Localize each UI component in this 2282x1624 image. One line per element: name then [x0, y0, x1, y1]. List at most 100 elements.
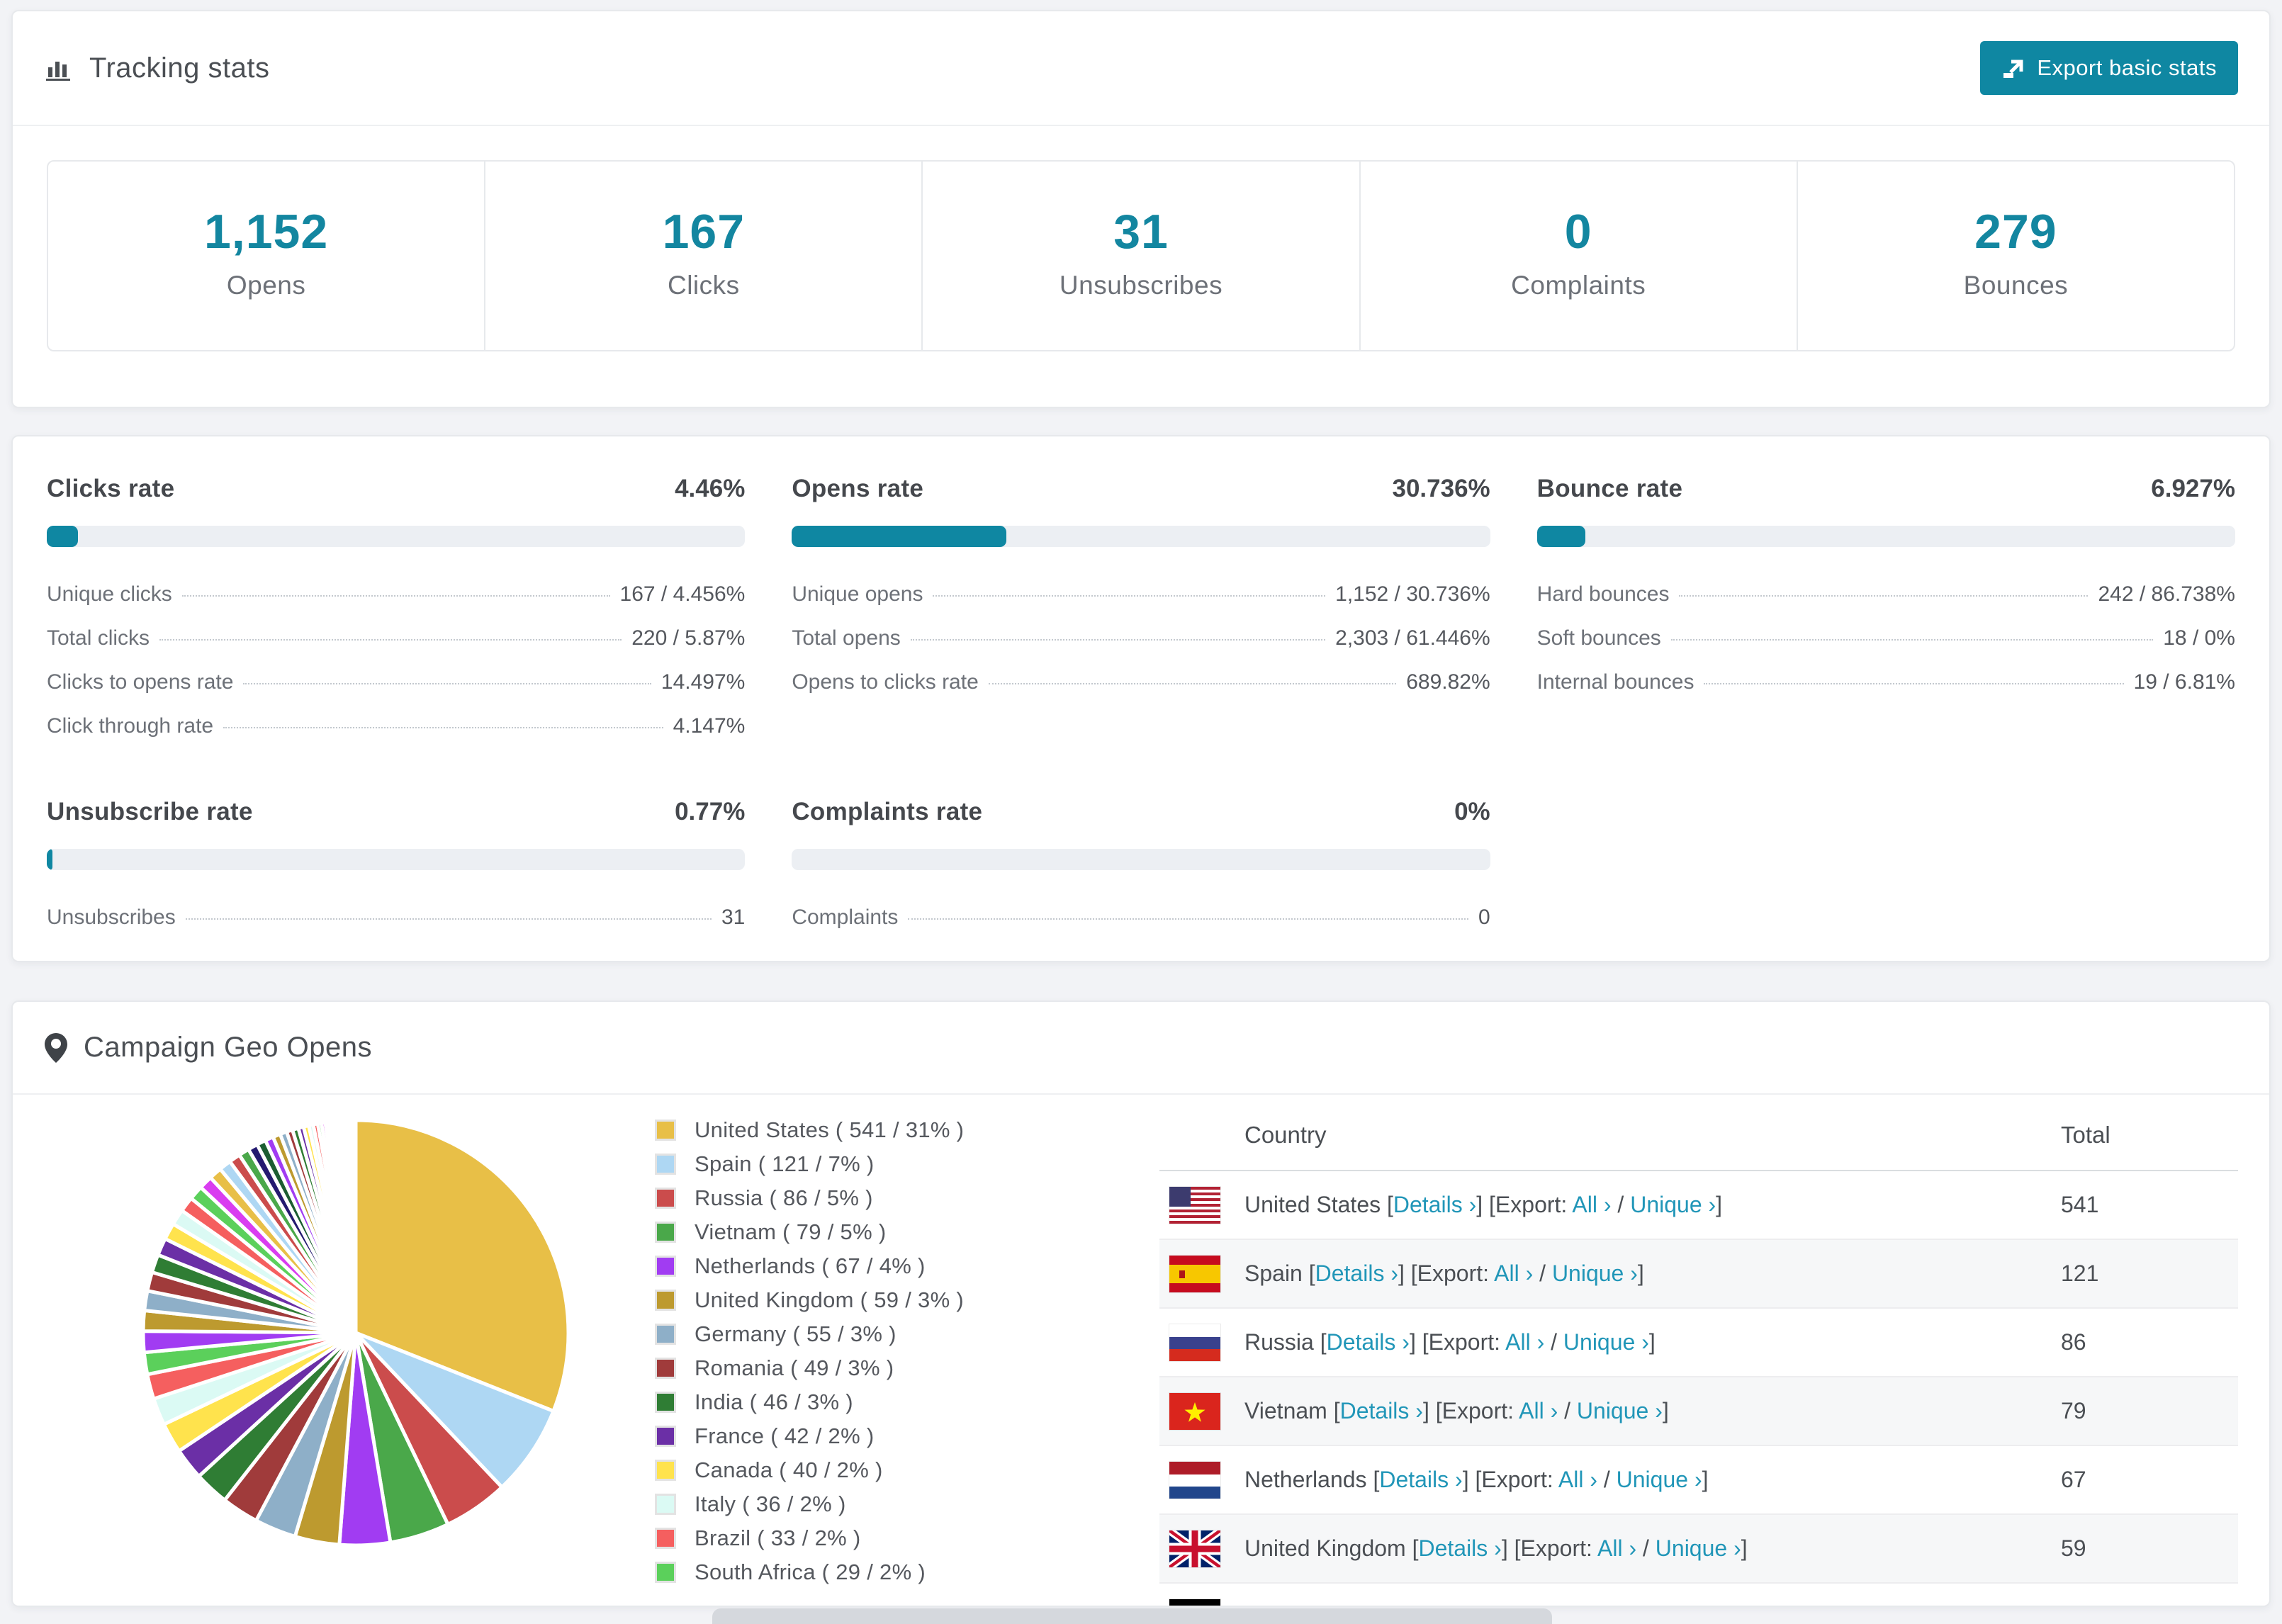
details-link[interactable]: Details ›: [1393, 1192, 1476, 1217]
country-flag-icon: [1169, 1186, 1220, 1224]
legend-item[interactable]: Italy ( 36 / 2% ): [655, 1492, 1023, 1517]
opens-rate-progressbar: [792, 526, 1490, 547]
legend-item[interactable]: Vietnam ( 79 / 5% ): [655, 1219, 1023, 1245]
export-unique-link[interactable]: Unique ›: [1587, 1604, 1673, 1606]
details-link[interactable]: Details ›: [1418, 1535, 1501, 1561]
legend-swatch: [655, 1358, 676, 1379]
legend-item[interactable]: United States ( 541 / 31% ): [655, 1117, 1023, 1143]
export-all-link[interactable]: All ›: [1505, 1329, 1544, 1355]
legend-swatch: [655, 1290, 676, 1311]
export-text: ] [Export:: [1434, 1604, 1529, 1606]
details-link[interactable]: Details ›: [1327, 1329, 1410, 1355]
legend-item[interactable]: Russia ( 86 / 5% ): [655, 1185, 1023, 1211]
export-all-link[interactable]: All ›: [1529, 1604, 1568, 1606]
details-link[interactable]: Details ›: [1379, 1467, 1462, 1492]
export-unique-link[interactable]: Unique ›: [1630, 1192, 1716, 1217]
export-unique-link[interactable]: Unique ›: [1577, 1398, 1663, 1423]
export-all-link[interactable]: All ›: [1519, 1398, 1558, 1423]
page-scrollbar-thumb[interactable]: [712, 1608, 1552, 1624]
country-cell: Spain [Details ›] [Export: All › / Uniqu…: [1244, 1261, 2061, 1287]
stat-box: 31 Unsubscribes: [923, 162, 1361, 350]
tracking-stats-body: 1,152 Opens 167 Clicks 31 Unsubscribes 0…: [13, 126, 2269, 407]
details-link[interactable]: Details ›: [1350, 1604, 1433, 1606]
legend-item[interactable]: India ( 46 / 3% ): [655, 1389, 1023, 1415]
pie-slice: [353, 1118, 358, 1335]
bar-chart-icon: [46, 62, 70, 81]
export-unique-link[interactable]: Unique ›: [1617, 1467, 1702, 1492]
table-row: Germany [Details ›] [Export: All › / Uni…: [1159, 1584, 2238, 1606]
export-unique-link[interactable]: Unique ›: [1563, 1329, 1649, 1355]
legend-item[interactable]: Romania ( 49 / 3% ): [655, 1355, 1023, 1381]
rate-detail-row: Click through rate 4.147%: [47, 704, 745, 748]
rate-detail-row: Total clicks 220 / 5.87%: [47, 616, 745, 660]
legend-label: Brazil ( 33 / 2% ): [695, 1526, 861, 1550]
total-column-header: Total: [2061, 1122, 2110, 1148]
export-text: ] [Export:: [1476, 1192, 1573, 1217]
export-all-link[interactable]: All ›: [1558, 1467, 1597, 1492]
details-link[interactable]: Details ›: [1315, 1261, 1398, 1286]
bracket-text: [: [1381, 1192, 1393, 1217]
stat-label: Clicks: [667, 271, 740, 300]
export-unique-link[interactable]: Unique ›: [1656, 1535, 1741, 1561]
rate-detail-value: 4.147%: [673, 714, 746, 738]
legend-item[interactable]: France ( 42 / 2% ): [655, 1423, 1023, 1449]
export-all-link[interactable]: All ›: [1572, 1192, 1611, 1217]
geo-table: Country Total United States [Details ›] …: [1159, 1103, 2238, 1606]
rate-detail-label: Unsubscribes: [47, 906, 176, 929]
rate-detail-value: 31: [721, 906, 746, 929]
legend-label: Romania ( 49 / 3% ): [695, 1355, 894, 1380]
country-name: United Kingdom: [1244, 1535, 1406, 1561]
details-link[interactable]: Details ›: [1340, 1398, 1423, 1423]
bracket-close-text: ]: [1702, 1467, 1709, 1492]
export-all-link[interactable]: All ›: [1494, 1261, 1533, 1286]
rate-detail-label: Opens to clicks rate: [792, 670, 979, 694]
legend-item[interactable]: Canada ( 40 / 2% ): [655, 1457, 1023, 1483]
legend-item[interactable]: Brazil ( 33 / 2% ): [655, 1526, 1023, 1551]
country-column-header: Country: [1244, 1122, 1327, 1148]
country-flag-icon: [1169, 1530, 1220, 1567]
export-all-link[interactable]: All ›: [1597, 1535, 1636, 1561]
export-basic-stats-button[interactable]: Export basic stats: [1980, 41, 2238, 95]
pie-legend: United States ( 541 / 31% ) Spain ( 121 …: [655, 1103, 1023, 1594]
bracket-text: [: [1313, 1329, 1327, 1355]
rate-detail-label: Total clicks: [47, 626, 150, 650]
stat-label: Bounces: [1963, 271, 2069, 300]
legend-item[interactable]: Spain ( 121 / 7% ): [655, 1151, 1023, 1177]
total-cell: 541: [2061, 1192, 2099, 1217]
total-cell: 55: [2061, 1604, 2238, 1606]
legend-item[interactable]: Netherlands ( 67 / 4% ): [655, 1253, 1023, 1279]
country-flag-icon: [1169, 1461, 1220, 1499]
total-cell: 86: [2061, 1329, 2086, 1355]
legend-label: Italy ( 36 / 2% ): [695, 1492, 846, 1516]
legend-item[interactable]: South Africa ( 29 / 2% ): [655, 1560, 1023, 1585]
legend-swatch: [655, 1426, 676, 1447]
country-name: United States: [1244, 1192, 1381, 1217]
stat-label: Opens: [226, 271, 306, 300]
table-row: Russia [Details ›] [Export: All › / Uniq…: [1159, 1309, 2238, 1377]
country-flag-icon: [1169, 1324, 1220, 1361]
bracket-text: [: [1405, 1535, 1419, 1561]
legend-item[interactable]: Germany ( 55 / 3% ): [655, 1321, 1023, 1347]
legend-item[interactable]: United Kingdom ( 59 / 3% ): [655, 1287, 1023, 1313]
country-name: Russia: [1244, 1329, 1314, 1355]
dotted-leader: [185, 918, 712, 920]
stat-value: 0: [1564, 205, 1592, 259]
stat-box: 167 Clicks: [485, 162, 923, 350]
stat-box: 0 Complaints: [1361, 162, 1798, 350]
complaints-rate-value: 0%: [1454, 798, 1490, 825]
total-cell: 121: [2061, 1261, 2099, 1286]
stat-label: Unsubscribes: [1059, 271, 1223, 300]
rate-detail-label: Hard bounces: [1536, 582, 1670, 606]
export-unique-link[interactable]: Unique ›: [1552, 1261, 1638, 1286]
unsubscribe-rate-progress-fill: [47, 849, 52, 870]
rate-detail-label: Complaints: [792, 906, 899, 929]
stats-summary-row: 1,152 Opens 167 Clicks 31 Unsubscribes 0…: [47, 160, 2235, 351]
legend-label: India ( 46 / 3% ): [695, 1389, 853, 1414]
unsubscribe-rate-title: Unsubscribe rate: [47, 798, 253, 825]
legend-label: Germany ( 55 / 3% ): [695, 1321, 896, 1346]
export-text: ] [Export:: [1422, 1398, 1519, 1423]
legend-label: Russia ( 86 / 5% ): [695, 1185, 873, 1210]
rate-detail-label: Click through rate: [47, 714, 214, 738]
rate-detail-label: Unique opens: [792, 582, 923, 606]
dotted-leader: [1670, 639, 2154, 641]
